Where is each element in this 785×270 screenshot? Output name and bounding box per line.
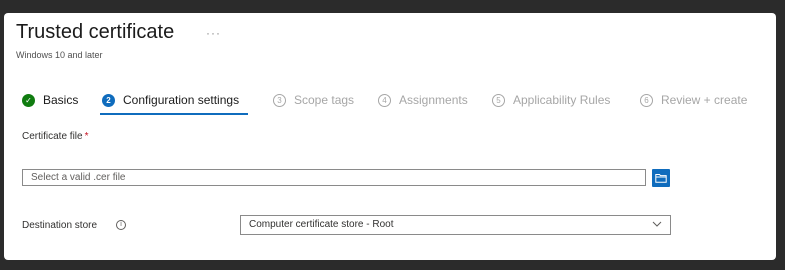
- destination-store-label: Destination store: [22, 220, 98, 231]
- info-icon[interactable]: i: [116, 220, 126, 230]
- active-step-underline: [100, 113, 248, 115]
- destination-store-select[interactable]: Computer certificate store - Root: [240, 215, 671, 235]
- step-number-badge: 3: [273, 93, 286, 107]
- step-label: Basics: [43, 93, 79, 107]
- step-scope-tags[interactable]: 3 Scope tags: [273, 93, 354, 107]
- step-number-badge: 2: [102, 93, 115, 107]
- step-number-badge: 5: [492, 93, 505, 107]
- step-configuration-settings[interactable]: 2 Configuration settings: [102, 93, 239, 107]
- page-subtitle: Windows 10 and later: [16, 50, 103, 60]
- step-review-create[interactable]: 6 Review + create: [640, 93, 747, 107]
- destination-store-value: Computer certificate store - Root: [249, 219, 394, 230]
- step-basics[interactable]: ✓ Basics: [22, 93, 78, 107]
- step-assignments[interactable]: 4 Assignments: [378, 93, 468, 107]
- folder-icon: [655, 174, 667, 183]
- wizard-panel: Trusted certificate ··· Windows 10 and l…: [4, 13, 776, 260]
- step-label: Configuration settings: [123, 93, 240, 107]
- step-label: Review + create: [661, 93, 748, 107]
- step-label: Assignments: [399, 93, 468, 107]
- more-options-button[interactable]: ···: [206, 26, 221, 40]
- step-label: Applicability Rules: [513, 93, 611, 107]
- step-number-badge: 6: [640, 93, 653, 107]
- certificate-file-input[interactable]: Select a valid .cer file: [22, 169, 646, 186]
- checkmark-icon: ✓: [22, 93, 35, 107]
- step-label: Scope tags: [294, 93, 355, 107]
- required-marker: *: [84, 131, 89, 142]
- step-applicability-rules[interactable]: 5 Applicability Rules: [492, 93, 610, 107]
- certificate-file-label-text: Certificate file: [22, 131, 83, 142]
- certificate-file-placeholder: Select a valid .cer file: [31, 172, 126, 183]
- page-title: Trusted certificate: [16, 21, 175, 43]
- certificate-file-label: Certificate file *: [22, 131, 88, 142]
- browse-file-button[interactable]: [652, 169, 670, 187]
- chevron-down-icon: [652, 221, 662, 227]
- step-number-badge: 4: [378, 93, 391, 107]
